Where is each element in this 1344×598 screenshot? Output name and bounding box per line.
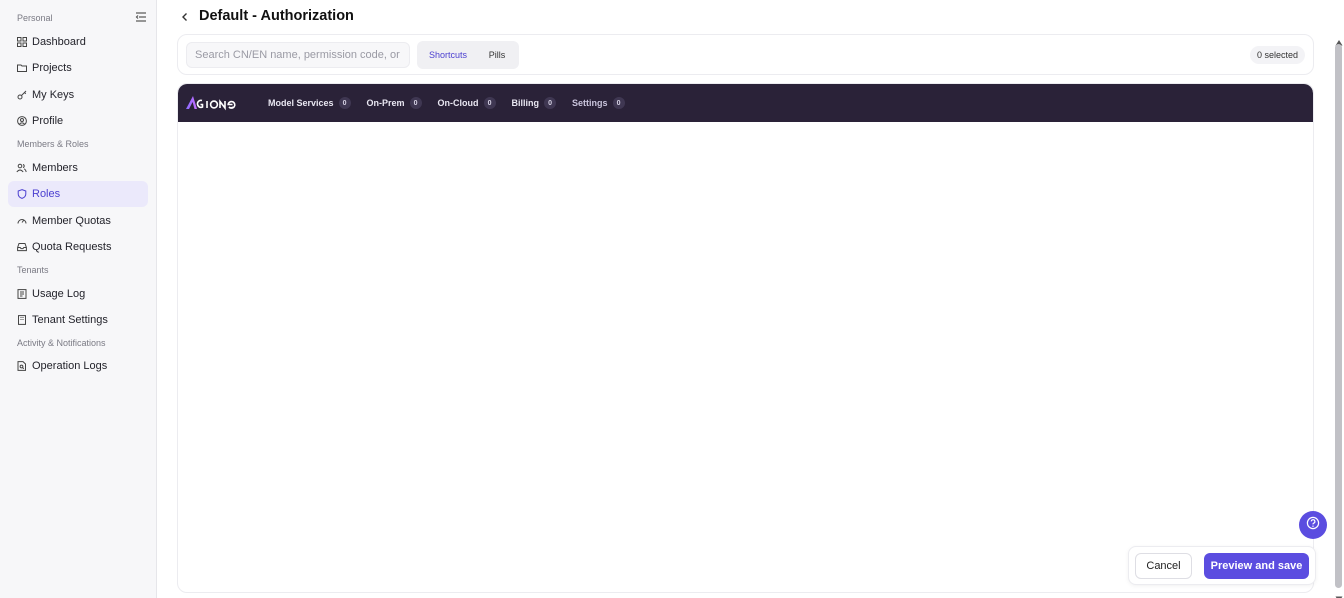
sidebar-item-label: Projects bbox=[32, 62, 72, 74]
tab-label: On-Cloud bbox=[437, 98, 479, 108]
scrollbar-thumb[interactable] bbox=[1335, 44, 1342, 588]
sidebar-item-profile[interactable]: Profile bbox=[8, 108, 148, 134]
help-icon bbox=[1306, 516, 1320, 535]
tab-count-badge: 0 bbox=[544, 97, 557, 109]
sidebar-item-projects[interactable]: Projects bbox=[8, 55, 148, 81]
sidebar-item-label: Members bbox=[32, 162, 78, 174]
sidebar-item-label: Member Quotas bbox=[32, 215, 111, 227]
tab-label: Model Services bbox=[268, 98, 334, 108]
file-search-icon bbox=[16, 361, 27, 372]
sidebar-item-dashboard[interactable]: Dashboard bbox=[8, 29, 148, 55]
permission-tabs: Model Services 0 On-Prem 0 On-Cloud 0 Bi… bbox=[268, 84, 641, 122]
scroll-up-arrow-icon[interactable] bbox=[1335, 34, 1343, 46]
tab-count-badge: 0 bbox=[483, 97, 496, 109]
cancel-button[interactable]: Cancel bbox=[1135, 553, 1192, 579]
sidebar-item-roles[interactable]: Roles bbox=[8, 181, 148, 207]
tab-model-services[interactable]: Model Services 0 bbox=[268, 97, 351, 109]
log-icon bbox=[16, 289, 27, 300]
sidebar-item-label: Operation Logs bbox=[32, 360, 108, 372]
sidebar-item-label: Profile bbox=[32, 115, 64, 127]
sidebar-item-label: Roles bbox=[32, 188, 61, 200]
sidebar-item-label: My Keys bbox=[32, 89, 75, 101]
tab-on-cloud[interactable]: On-Cloud 0 bbox=[438, 97, 496, 109]
sidebar-item-label: Tenant Settings bbox=[32, 314, 108, 326]
sidebar-item-quota-requests[interactable]: Quota Requests bbox=[8, 234, 148, 260]
user-circle-icon bbox=[16, 116, 27, 127]
help-button[interactable] bbox=[1299, 511, 1327, 539]
back-arrow-icon[interactable] bbox=[178, 10, 192, 24]
brand-logo bbox=[185, 94, 245, 112]
tab-settings[interactable]: Settings 0 bbox=[572, 97, 625, 109]
filter-toolbar: Shortcuts Pills 0 selected bbox=[177, 34, 1314, 75]
sidebar: Personal Dashboard Projects My Keys Prof… bbox=[0, 0, 157, 598]
sidebar-item-tenant-settings[interactable]: Tenant Settings bbox=[8, 307, 148, 333]
section-label-personal: Personal bbox=[17, 13, 53, 23]
tab-billing[interactable]: Billing 0 bbox=[512, 97, 557, 109]
sidebar-item-my-keys[interactable]: My Keys bbox=[8, 82, 148, 108]
key-icon bbox=[16, 90, 27, 101]
sidebar-item-label: Quota Requests bbox=[32, 241, 112, 253]
section-label-tenants: Tenants bbox=[17, 265, 49, 275]
sidebar-item-label: Dashboard bbox=[32, 36, 86, 48]
sidebar-item-members[interactable]: Members bbox=[8, 155, 148, 181]
building-icon bbox=[16, 315, 27, 326]
users-icon bbox=[16, 163, 27, 174]
action-bar: Cancel Preview and save bbox=[1128, 546, 1316, 585]
tab-label: Settings bbox=[572, 98, 608, 108]
tab-label: On-Prem bbox=[366, 98, 405, 108]
inbox-icon bbox=[16, 242, 27, 253]
page-scrollbar[interactable] bbox=[1333, 34, 1344, 598]
view-mode-toggle: Shortcuts Pills bbox=[417, 41, 519, 69]
scroll-down-arrow-icon[interactable] bbox=[1335, 590, 1343, 598]
tab-count-badge: 0 bbox=[338, 97, 351, 109]
sidebar-item-usage-log[interactable]: Usage Log bbox=[8, 281, 148, 307]
sidebar-item-member-quotas[interactable]: Member Quotas bbox=[8, 208, 148, 234]
permission-panel: Model Services 0 On-Prem 0 On-Cloud 0 Bi… bbox=[177, 83, 1314, 593]
page-title: Default - Authorization bbox=[199, 8, 354, 24]
tab-count-badge: 0 bbox=[612, 97, 625, 109]
section-label-activity: Activity & Notifications bbox=[17, 338, 106, 348]
view-mode-shortcuts[interactable]: Shortcuts bbox=[420, 44, 476, 66]
tab-on-prem[interactable]: On-Prem 0 bbox=[367, 97, 422, 109]
selected-count-badge: 0 selected bbox=[1249, 46, 1305, 64]
collapse-sidebar-icon[interactable] bbox=[134, 10, 148, 24]
tab-count-badge: 0 bbox=[409, 97, 422, 109]
folder-icon bbox=[16, 63, 27, 74]
sidebar-item-label: Usage Log bbox=[32, 288, 86, 300]
shield-icon bbox=[16, 189, 27, 200]
tab-label: Billing bbox=[511, 98, 540, 108]
permission-category-bar: Model Services 0 On-Prem 0 On-Cloud 0 Bi… bbox=[178, 84, 1313, 122]
view-mode-pills[interactable]: Pills bbox=[479, 44, 515, 66]
sidebar-item-operation-logs[interactable]: Operation Logs bbox=[8, 353, 148, 379]
dashboard-icon bbox=[16, 37, 27, 48]
section-label-members-roles: Members & Roles bbox=[17, 139, 89, 149]
preview-and-save-button[interactable]: Preview and save bbox=[1204, 553, 1309, 579]
gauge-icon bbox=[16, 216, 27, 227]
search-input[interactable] bbox=[186, 42, 410, 68]
